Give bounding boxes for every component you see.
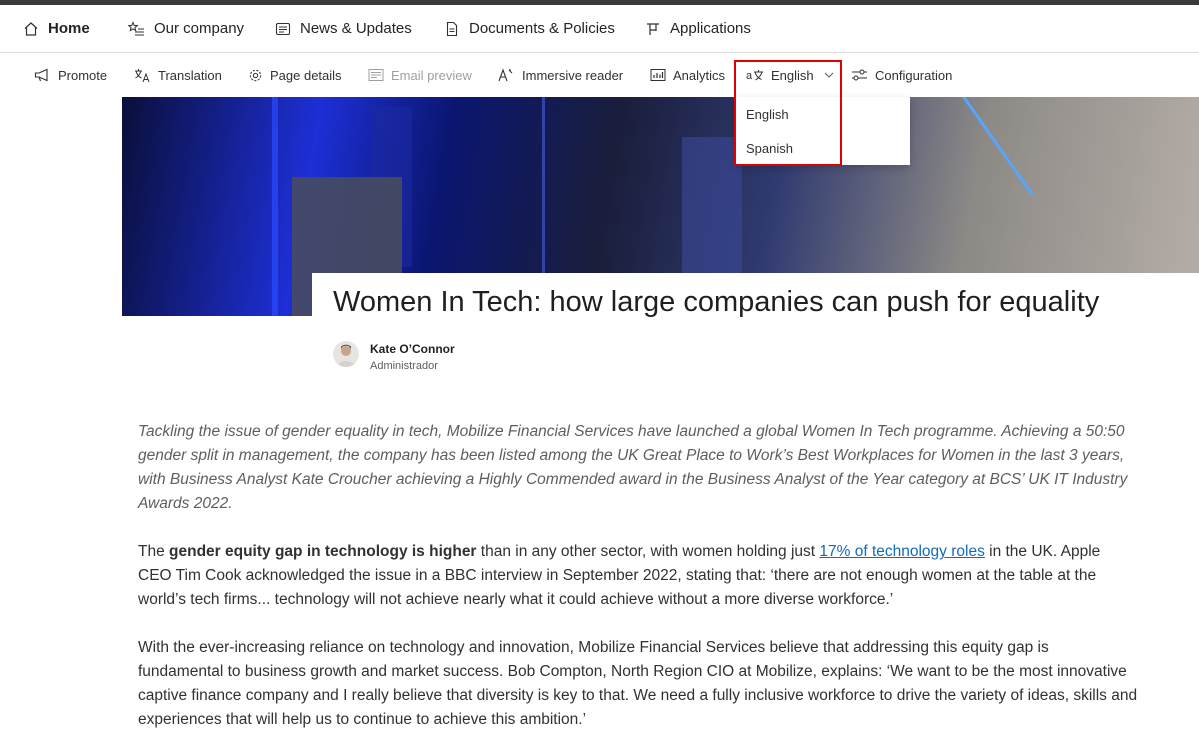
chevron-down-icon bbox=[824, 72, 834, 78]
immersive-reader-icon bbox=[498, 68, 513, 82]
language-label: English bbox=[771, 67, 814, 83]
document-icon bbox=[446, 21, 458, 36]
language-dropdown-menu: English Spanish bbox=[735, 97, 910, 165]
megaphone-icon bbox=[34, 68, 48, 82]
immersive-reader-button[interactable]: Immersive reader bbox=[498, 53, 623, 97]
language-selector[interactable]: a English bbox=[746, 53, 841, 97]
promote-button[interactable]: Promote bbox=[34, 53, 107, 97]
nav-applications-label: Applications bbox=[670, 20, 751, 37]
tech-roles-link[interactable]: 17% of technology roles bbox=[819, 543, 984, 560]
email-preview-icon bbox=[368, 69, 384, 81]
language-option-spanish[interactable]: Spanish bbox=[735, 131, 910, 165]
page-details-button[interactable]: Page details bbox=[248, 53, 342, 97]
analytics-label: Analytics bbox=[673, 67, 726, 83]
home-icon bbox=[24, 21, 38, 36]
svg-text:a: a bbox=[746, 70, 753, 82]
page-title: Women In Tech: how large companies can p… bbox=[333, 286, 1100, 318]
configuration-button[interactable]: Configuration bbox=[851, 53, 952, 97]
news-icon bbox=[275, 22, 291, 35]
nav-news[interactable]: News & Updates bbox=[275, 5, 412, 52]
translate-icon bbox=[135, 68, 150, 82]
p1-text-mid: than in any other sector, with women hol… bbox=[476, 543, 820, 560]
star-list-icon bbox=[128, 20, 144, 36]
p1-text-pre: The bbox=[138, 543, 170, 560]
author-role: Administrador bbox=[370, 360, 438, 372]
apps-icon bbox=[647, 22, 659, 35]
nav-our-company[interactable]: Our company bbox=[128, 5, 244, 52]
article-intro: Tackling the issue of gender equality in… bbox=[138, 423, 1128, 512]
nav-home[interactable]: Home bbox=[23, 5, 90, 52]
email-preview-label: Email preview bbox=[391, 67, 472, 83]
site-navigation: Home Our company News & Updates Document… bbox=[0, 5, 1199, 53]
translation-button[interactable]: Translation bbox=[134, 53, 222, 97]
nav-our-company-label: Our company bbox=[154, 20, 245, 37]
sliders-icon bbox=[852, 69, 867, 81]
promote-label: Promote bbox=[58, 67, 108, 83]
page-command-bar: Promote Translation Page details Email p… bbox=[0, 53, 1199, 97]
immersive-reader-label: Immersive reader bbox=[522, 67, 624, 83]
analytics-button[interactable]: Analytics bbox=[650, 53, 725, 97]
nav-news-label: News & Updates bbox=[300, 20, 412, 37]
nav-home-label: Home bbox=[48, 20, 90, 37]
article-paragraph-1: The gender equity gap in technology is h… bbox=[138, 540, 1138, 612]
p1-bold-text: gender equity gap in technology is highe… bbox=[169, 543, 477, 560]
nav-documents[interactable]: Documents & Policies bbox=[444, 5, 615, 52]
avatar[interactable] bbox=[333, 341, 359, 367]
configuration-label: Configuration bbox=[875, 67, 953, 83]
page-details-label: Page details bbox=[270, 67, 342, 83]
language-icon: a bbox=[746, 70, 763, 82]
nav-applications[interactable]: Applications bbox=[645, 5, 751, 52]
language-option-english[interactable]: English bbox=[735, 97, 910, 131]
nav-documents-label: Documents & Policies bbox=[469, 20, 615, 37]
translation-label: Translation bbox=[158, 67, 222, 83]
person-icon bbox=[337, 344, 355, 367]
email-preview-button[interactable]: Email preview bbox=[368, 53, 472, 97]
article-paragraph-2: With the ever-increasing reliance on tec… bbox=[138, 639, 1138, 728]
author-name[interactable]: Kate O’Connor bbox=[370, 342, 455, 356]
gear-icon bbox=[249, 69, 262, 81]
analytics-icon bbox=[650, 69, 666, 81]
